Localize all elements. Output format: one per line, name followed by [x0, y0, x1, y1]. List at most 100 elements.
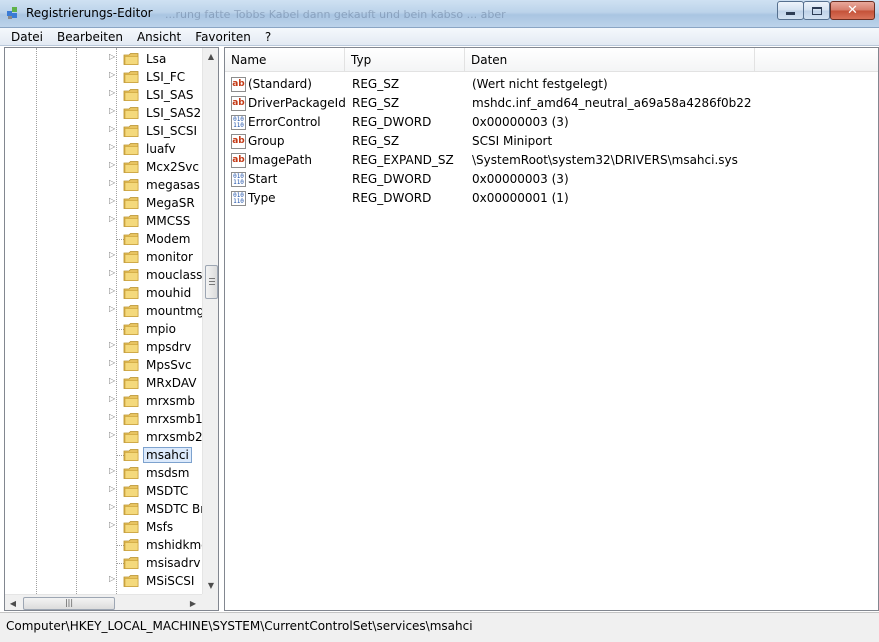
- tree-vertical-scrollbar[interactable]: ▲ ▼: [202, 48, 218, 594]
- tree-item[interactable]: ▷ MegaSR: [5, 194, 202, 212]
- vertical-scroll-thumb[interactable]: [205, 265, 218, 299]
- value-type: REG_SZ: [352, 134, 400, 148]
- scroll-up-arrow-icon[interactable]: ▲: [203, 48, 218, 65]
- tree-item-label: Msfs: [146, 520, 174, 534]
- expand-arrow-icon[interactable]: ▷: [109, 376, 115, 385]
- minimize-button[interactable]: [777, 1, 804, 20]
- expand-arrow-icon[interactable]: ▷: [109, 52, 115, 61]
- title-bar[interactable]: Registrierungs-Editor ...rung fatte Tobb…: [0, 0, 879, 28]
- expand-arrow-icon[interactable]: ▷: [109, 466, 115, 475]
- tree-item[interactable]: ▷ mouclass: [5, 266, 202, 284]
- value-row[interactable]: ab (Standard) REG_SZ (Wert nicht festgelegt…: [225, 75, 878, 94]
- column-header-data[interactable]: Daten: [465, 48, 755, 72]
- scroll-left-arrow-icon[interactable]: ◀: [5, 595, 21, 610]
- tree-item-label: mouhid: [146, 286, 192, 300]
- expand-arrow-icon[interactable]: ▷: [109, 394, 115, 403]
- tree-item[interactable]: ▷ luafv: [5, 140, 202, 158]
- tree-item[interactable]: ▷ monitor: [5, 248, 202, 266]
- column-header-name[interactable]: Name: [225, 48, 345, 72]
- expand-arrow-icon[interactable]: ▷: [109, 340, 115, 349]
- expand-arrow-icon[interactable]: ▷: [109, 358, 115, 367]
- expand-arrow-icon[interactable]: ▷: [109, 268, 115, 277]
- tree-item[interactable]: ▷ mouhid: [5, 284, 202, 302]
- tree-item[interactable]: ▷ mpsdrv: [5, 338, 202, 356]
- expand-arrow-icon[interactable]: ▷: [109, 160, 115, 169]
- scroll-right-arrow-icon[interactable]: ▶: [185, 595, 201, 610]
- tree-item[interactable]: ▷ MSiSCSI: [5, 572, 202, 590]
- tree-item-label: LSI_SAS: [146, 88, 194, 102]
- expand-arrow-icon[interactable]: ▷: [109, 214, 115, 223]
- expand-arrow-icon[interactable]: ▷: [109, 484, 115, 493]
- menu-bearbeiten[interactable]: Bearbeiten: [50, 30, 130, 44]
- key-tree-pane[interactable]: ▷ Lsa ▷ LSI_FC ▷ LSI_SAS ▷ LSI_SAS2 ▷ LSI_SC…: [4, 47, 219, 611]
- tree-item[interactable]: ▷ msdsm: [5, 464, 202, 482]
- value-row[interactable]: ab Group REG_SZ SCSI Miniport: [225, 132, 878, 151]
- value-name: DriverPackageId: [248, 96, 346, 110]
- folder-icon: [123, 179, 139, 191]
- column-header-type[interactable]: Typ: [345, 48, 465, 72]
- expand-arrow-icon[interactable]: ▷: [109, 88, 115, 97]
- expand-arrow-icon[interactable]: ▷: [109, 430, 115, 439]
- expand-arrow-icon[interactable]: ▷: [109, 70, 115, 79]
- tree-item[interactable]: ▷ mountmgr: [5, 302, 202, 320]
- tree-item[interactable]: ▷ MpsSvc: [5, 356, 202, 374]
- tree-item[interactable]: ▷ Msfs: [5, 518, 202, 536]
- menu-favoriten[interactable]: Favoriten: [188, 30, 258, 44]
- menu-help[interactable]: ?: [258, 30, 278, 44]
- expand-arrow-icon[interactable]: ▷: [109, 124, 115, 133]
- tree-item[interactable]: mpio: [5, 320, 202, 338]
- horizontal-scroll-thumb[interactable]: |||: [23, 597, 115, 610]
- folder-icon: [123, 503, 139, 515]
- expand-arrow-icon[interactable]: ▷: [109, 412, 115, 421]
- close-button[interactable]: ✕: [830, 1, 875, 20]
- tree-item[interactable]: ▷ MSDTC Bri: [5, 500, 202, 518]
- tree-item[interactable]: ▷ LSI_SAS2: [5, 104, 202, 122]
- expand-arrow-icon[interactable]: ▷: [109, 178, 115, 187]
- tree-item[interactable]: ▷ LSI_FC: [5, 68, 202, 86]
- tree-item[interactable]: ▷ megasas: [5, 176, 202, 194]
- value-row[interactable]: 010 110 Type REG_DWORD 0x00000001 (1): [225, 189, 878, 208]
- tree-item[interactable]: ▷ LSI_SCSI: [5, 122, 202, 140]
- tree-item[interactable]: ▷ mrxsmb: [5, 392, 202, 410]
- tree-item[interactable]: msisadrv: [5, 554, 202, 572]
- menu-datei[interactable]: Datei: [4, 30, 50, 44]
- expand-arrow-icon[interactable]: ▷: [109, 574, 115, 583]
- expand-arrow-icon[interactable]: ▷: [109, 196, 115, 205]
- expand-arrow-icon[interactable]: ▷: [109, 502, 115, 511]
- tree-horizontal-scrollbar[interactable]: ◀ ||| ▶: [5, 594, 202, 610]
- expand-arrow-icon[interactable]: ▷: [109, 304, 115, 313]
- value-row[interactable]: ab ImagePath REG_EXPAND_SZ \SystemRoot\syst…: [225, 151, 878, 170]
- value-row[interactable]: 010 110 Start REG_DWORD 0x00000003 (3): [225, 170, 878, 189]
- expand-arrow-icon[interactable]: ▷: [109, 250, 115, 259]
- key-path: Computer\HKEY_LOCAL_MACHINE\SYSTEM\Curre…: [6, 619, 473, 633]
- tree-item[interactable]: ▷ mrxsmb10: [5, 410, 202, 428]
- tree-item-label: MegaSR: [146, 196, 195, 210]
- menu-ansicht[interactable]: Ansicht: [130, 30, 188, 44]
- folder-icon: [123, 107, 139, 119]
- tree-item[interactable]: msahci: [5, 446, 202, 464]
- value-row[interactable]: ab DriverPackageId REG_SZ mshdc.inf_amd64_n…: [225, 94, 878, 113]
- tree-item[interactable]: ▷ mrxsmb20: [5, 428, 202, 446]
- expand-arrow-icon[interactable]: ▷: [109, 520, 115, 529]
- tree-item[interactable]: mshidkmd: [5, 536, 202, 554]
- folder-icon: [123, 575, 139, 587]
- value-row[interactable]: 010 110 ErrorControl REG_DWORD 0x00000003 (3…: [225, 113, 878, 132]
- maximize-button[interactable]: [803, 1, 830, 20]
- tree-item[interactable]: ▷ MRxDAV: [5, 374, 202, 392]
- tree-item-label: mshidkmd: [146, 538, 202, 552]
- value-data: mshdc.inf_amd64_neutral_a69a58a4286f0b22: [472, 96, 752, 110]
- expand-arrow-icon[interactable]: ▷: [109, 106, 115, 115]
- expand-arrow-icon[interactable]: ▷: [109, 286, 115, 295]
- tree-item[interactable]: Modem: [5, 230, 202, 248]
- scroll-down-arrow-icon[interactable]: ▼: [203, 577, 218, 594]
- tree-item[interactable]: ▷ LSI_SAS: [5, 86, 202, 104]
- tree-item[interactable]: ▷ MMCSS: [5, 212, 202, 230]
- value-data: (Wert nicht festgelegt): [472, 77, 608, 91]
- tree-item[interactable]: ▷ Mcx2Svc: [5, 158, 202, 176]
- value-data: 0x00000003 (3): [472, 172, 569, 186]
- tree-item[interactable]: ▷ MSDTC: [5, 482, 202, 500]
- expand-arrow-icon[interactable]: ▷: [109, 142, 115, 151]
- tree-item[interactable]: ▷ Lsa: [5, 50, 202, 68]
- values-list-pane[interactable]: Name Typ Daten ab (Standard) REG_SZ (Wert n…: [224, 47, 879, 611]
- tree-item-label: LSI_SAS2: [146, 106, 202, 120]
